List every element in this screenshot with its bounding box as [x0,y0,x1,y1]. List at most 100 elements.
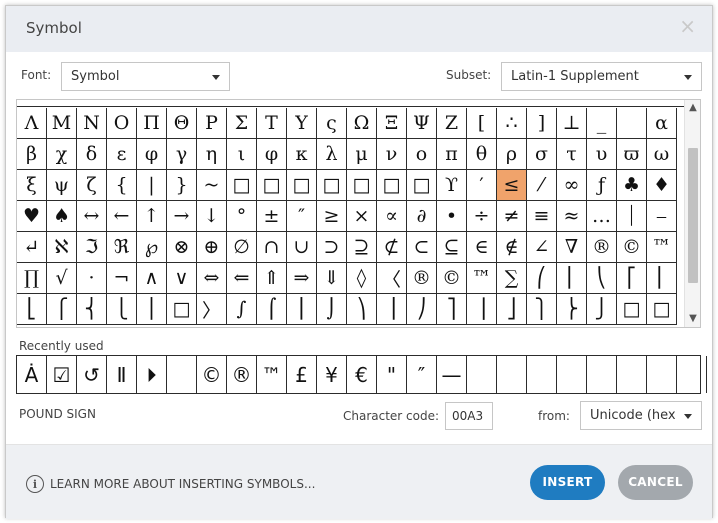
symbol-cell[interactable]: ∴ [497,108,527,139]
symbol-cell[interactable]: ° [227,201,257,232]
symbol-cell[interactable]: η [197,139,227,170]
symbol-cell[interactable]: ο [407,139,437,170]
symbol-cell[interactable]: ⇑ [257,263,287,294]
symbol-cell[interactable]: ⌡ [317,294,347,325]
symbol-cell[interactable]: · [77,263,107,294]
symbol-cell[interactable]: ℜ [107,232,137,263]
symbol-cell[interactable]: ϒ [437,170,467,201]
symbol-cell[interactable]: ⌠ [257,294,287,325]
symbol-cell[interactable]: ∇ [557,232,587,263]
symbol-cell[interactable]: ∈ [467,232,497,263]
symbol-cell[interactable]: ℑ [77,232,107,263]
symbol-cell[interactable]: ÷ [467,201,497,232]
symbol-cell[interactable]: 〈 [377,263,407,294]
symbol-cell[interactable]: ∑ [497,263,527,294]
symbol-cell[interactable]: Ψ [407,108,437,139]
symbol-cell[interactable]: ⊄ [377,232,407,263]
symbol-cell[interactable]: φ [257,139,287,170]
symbol-cell[interactable]: ⎦ [497,294,527,325]
symbol-cell[interactable]: ⊂ [407,232,437,263]
symbol-cell[interactable]: □ [167,294,197,325]
symbol-cell[interactable]: ⎟ [377,294,407,325]
symbol-cell[interactable]: Ν [77,108,107,139]
symbol-cell[interactable]: ◊ [347,263,377,294]
scroll-down-icon[interactable]: ▼ [685,311,700,327]
symbol-cell[interactable]: ∨ [167,263,197,294]
character-code-input[interactable]: 00A3 [445,402,493,430]
symbol-cell[interactable]: τ [557,139,587,170]
symbol-cell[interactable]: ⊆ [437,232,467,263]
symbol-cell[interactable]: → [167,201,197,232]
symbol-cell[interactable]: … [587,201,617,232]
symbol-cell[interactable]: ⎛ [527,263,557,294]
symbol-cell[interactable]: √ [47,263,77,294]
symbol-cell[interactable]: ≥ [317,201,347,232]
symbol-cell[interactable]: ⎢ [647,263,677,294]
symbol-cell[interactable]: ⇔ [197,263,227,294]
symbol-cell[interactable]: ⎤ [437,294,467,325]
symbol-cell[interactable]: Σ [227,108,257,139]
symbol-cell[interactable]: ℘ [137,232,167,263]
symbol-cell[interactable]: κ [287,139,317,170]
symbol-cell[interactable]: | [137,170,167,201]
symbol-cell[interactable]: × [347,201,377,232]
symbol-cell[interactable]: Ξ [377,108,407,139]
symbol-cell[interactable]: ≡ [527,201,557,232]
symbol-cell[interactable]: δ [77,139,107,170]
symbol-cell[interactable]: α [647,108,677,139]
symbol-cell[interactable]: ƒ [587,170,617,201]
symbol-cell[interactable]: ⁄ [527,170,557,201]
symbol-cell[interactable]: ϖ [617,139,647,170]
symbol-cell[interactable]: ⎪ [137,294,167,325]
symbol-cell[interactable]: ν [377,139,407,170]
recent-symbol-cell[interactable]: ™ [257,356,287,393]
symbol-cell[interactable]: © [437,263,467,294]
symbol-cell[interactable]: ♣ [617,170,647,201]
symbol-cell[interactable]: ~ [197,170,227,201]
symbol-cell[interactable]: ⊥ [557,108,587,139]
symbol-cell[interactable]: ξ [17,170,47,201]
recent-symbol-cell[interactable] [167,356,197,393]
recent-symbol-cell[interactable]: © [197,356,227,393]
symbol-cell[interactable]: ρ [497,139,527,170]
recent-symbol-cell[interactable]: — [437,356,467,393]
symbol-cell[interactable]: } [167,170,197,201]
recent-symbol-cell[interactable] [527,356,557,393]
symbol-cell[interactable]: ″ [287,201,317,232]
recent-symbol-cell[interactable]: ″ [407,356,437,393]
symbol-cell[interactable]: ⎠ [407,294,437,325]
cancel-button[interactable]: CANCEL [618,465,693,500]
symbol-cell[interactable]: β [17,139,47,170]
recent-symbol-cell[interactable] [557,356,587,393]
symbol-cell[interactable]: Ζ [437,108,467,139]
symbol-cell[interactable]: ≠ [497,201,527,232]
symbol-cell[interactable]: ⊃ [317,232,347,263]
symbol-cell[interactable]: ∩ [257,232,287,263]
symbol-cell[interactable]: Ω [347,108,377,139]
symbol-cell[interactable]: χ [47,139,77,170]
recent-symbol-cell[interactable]: Ⅱ [107,356,137,393]
symbol-cell[interactable]: ≤ [497,170,527,201]
learn-more-link[interactable]: i LEARN MORE ABOUT INSERTING SYMBOLS... [26,475,315,493]
symbol-cell[interactable]: ↔ [77,201,107,232]
recent-symbol-cell[interactable]: € [347,356,377,393]
from-select[interactable]: Unicode (hex [580,401,702,430]
recent-symbol-cell[interactable] [587,356,617,393]
symbol-cell[interactable]: ζ [77,170,107,201]
symbol-cell[interactable]: ♦ [647,170,677,201]
symbol-cell[interactable]: ⎫ [527,294,557,325]
symbol-cell[interactable]: ℵ [47,232,77,263]
symbol-cell[interactable]: • [437,201,467,232]
symbol-cell[interactable]: υ [587,139,617,170]
symbol-cell[interactable]: ← [107,201,137,232]
symbol-cell[interactable]: φ [137,139,167,170]
symbol-cell[interactable]: ⎨ [77,294,107,325]
symbol-cell[interactable]: ⏐ [617,201,647,232]
symbol-cell[interactable]: ♥ [17,201,47,232]
symbol-cell[interactable]: ′ [467,170,497,201]
symbol-cell[interactable]: ∠ [527,232,557,263]
recent-symbol-cell[interactable] [677,356,707,393]
symbol-cell[interactable]: ∫ [227,294,257,325]
symbol-cell[interactable]: ♠ [47,201,77,232]
symbol-cell[interactable]: ¬ [107,263,137,294]
